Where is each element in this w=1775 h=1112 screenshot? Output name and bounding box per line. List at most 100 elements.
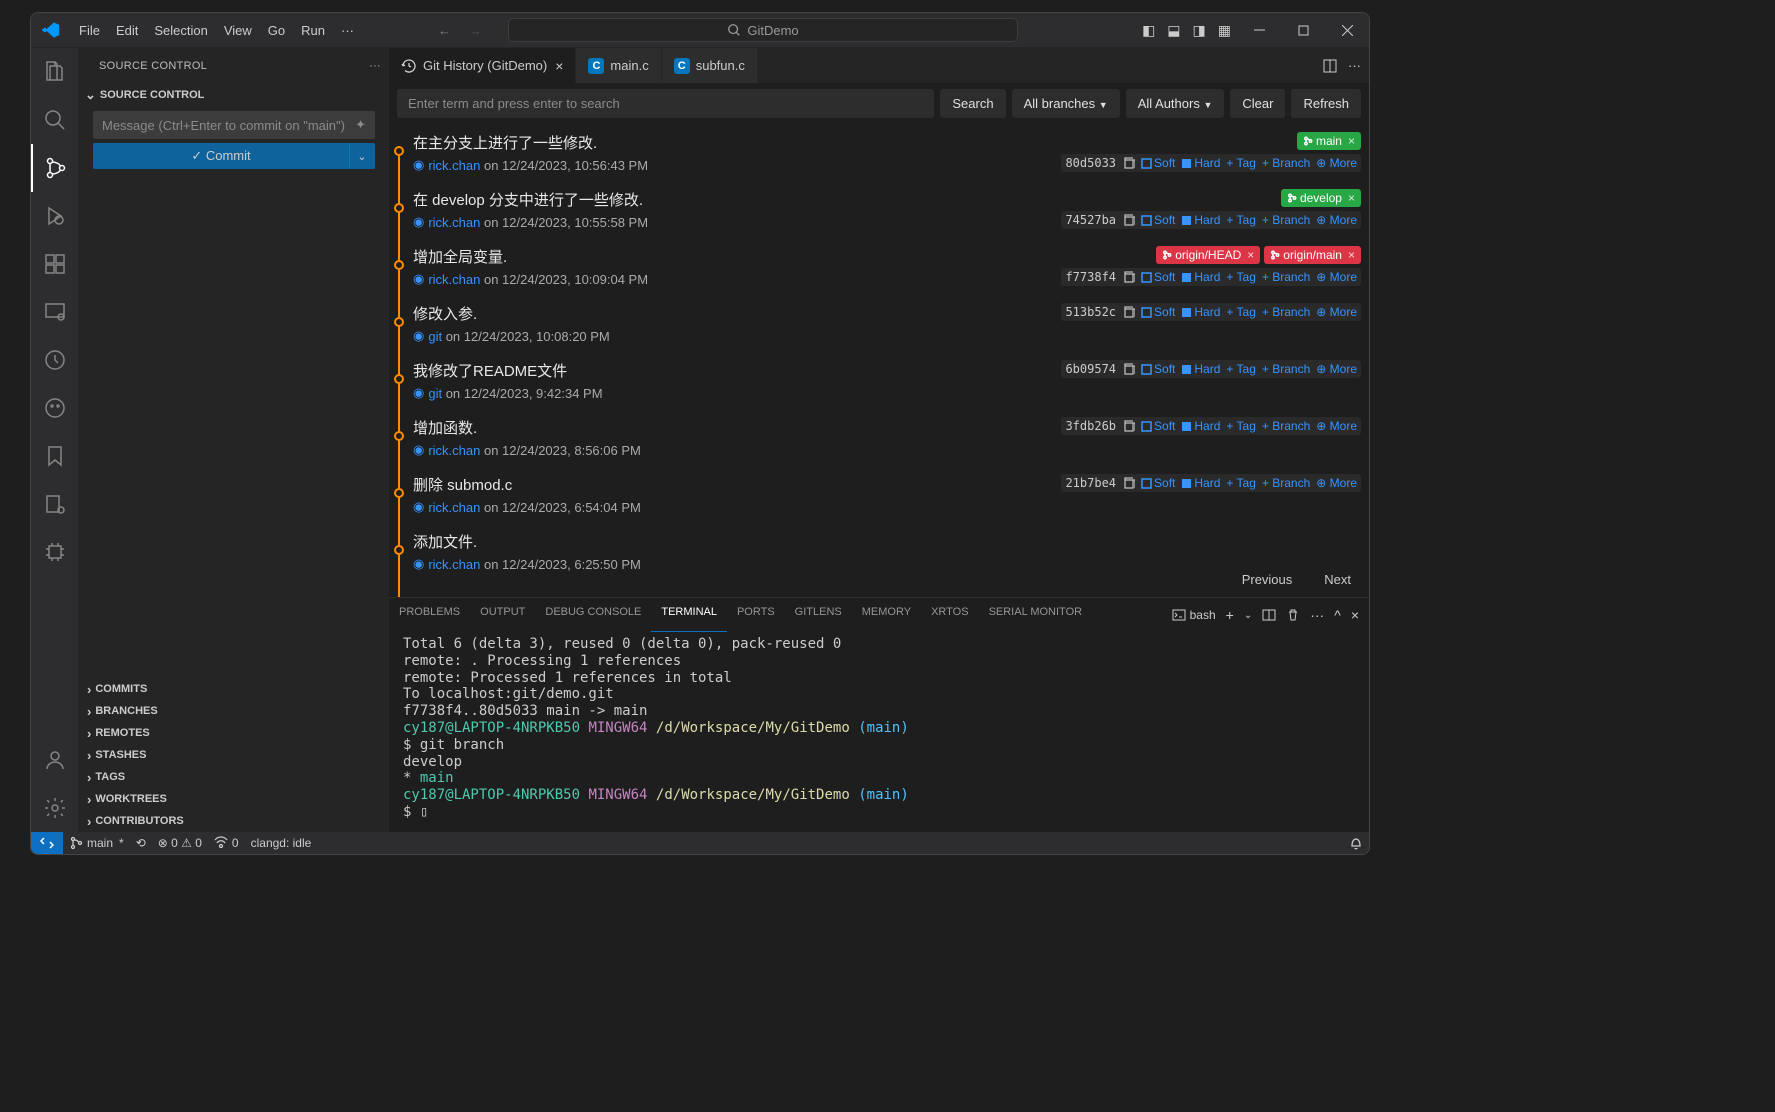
accounts-icon[interactable] bbox=[31, 736, 79, 784]
panel-tab-memory[interactable]: MEMORY bbox=[852, 598, 921, 632]
status-radio[interactable]: 0 bbox=[208, 832, 245, 854]
scm-section-header[interactable]: ⌄ SOURCE CONTROL bbox=[85, 83, 383, 107]
panel-tab-serial-monitor[interactable]: SERIAL MONITOR bbox=[979, 598, 1093, 632]
panel-tab-xrtos[interactable]: XRTOS bbox=[921, 598, 979, 632]
layout-panel-left-icon[interactable]: ◧ bbox=[1136, 22, 1161, 39]
branch-badge[interactable]: main× bbox=[1297, 132, 1361, 150]
branch-button[interactable]: + Branch bbox=[1262, 270, 1310, 284]
status-problems[interactable]: ⊗ 0 ⚠ 0 bbox=[152, 832, 208, 854]
tab[interactable]: Cmain.c bbox=[576, 48, 661, 83]
branch-button[interactable]: + Branch bbox=[1262, 476, 1310, 490]
prev-button[interactable]: Previous bbox=[1236, 566, 1299, 593]
section-tags[interactable]: › TAGS bbox=[79, 766, 389, 788]
menu-run[interactable]: Run bbox=[293, 23, 333, 38]
panel-tab-debug-console[interactable]: DEBUG CONSOLE bbox=[535, 598, 651, 632]
git-search-input[interactable]: Enter term and press enter to search bbox=[397, 89, 934, 118]
section-branches[interactable]: › BRANCHES bbox=[79, 700, 389, 722]
hard-reset-button[interactable]: Hard bbox=[1181, 270, 1220, 284]
source-control-icon[interactable] bbox=[31, 144, 79, 192]
commit-author[interactable]: git bbox=[428, 329, 442, 344]
chip-icon[interactable] bbox=[31, 528, 79, 576]
more-button[interactable]: ⊕ More bbox=[1316, 213, 1357, 227]
copy-icon[interactable] bbox=[1122, 306, 1135, 319]
tag-button[interactable]: + Tag bbox=[1226, 305, 1255, 319]
commit-row[interactable]: 修改入参. ◉ git on 12/24/2023, 10:08:20 PM 5… bbox=[389, 295, 1369, 352]
hard-reset-button[interactable]: Hard bbox=[1181, 156, 1220, 170]
soft-reset-button[interactable]: Soft bbox=[1141, 156, 1175, 170]
new-terminal-icon[interactable]: + bbox=[1226, 607, 1234, 623]
commit-message-input[interactable]: Message (Ctrl+Enter to commit on "main")… bbox=[93, 111, 375, 139]
eye-icon[interactable]: ◉ bbox=[413, 157, 424, 173]
tab[interactable]: Git History (GitDemo)× bbox=[389, 48, 576, 83]
badge-close-icon[interactable]: × bbox=[1348, 191, 1355, 205]
layout-panel-right-icon[interactable]: ◨ bbox=[1187, 22, 1212, 39]
eye-icon[interactable]: ◉ bbox=[413, 214, 424, 230]
badge-close-icon[interactable]: × bbox=[1348, 248, 1355, 262]
more-button[interactable]: ⊕ More bbox=[1316, 362, 1357, 376]
split-terminal-icon[interactable] bbox=[1262, 608, 1276, 622]
sidebar-more-icon[interactable]: ··· bbox=[369, 60, 381, 72]
more-menu[interactable]: ··· bbox=[333, 23, 362, 38]
explorer-icon[interactable] bbox=[31, 48, 79, 96]
branch-button[interactable]: + Branch bbox=[1262, 362, 1310, 376]
tag-button[interactable]: + Tag bbox=[1226, 270, 1255, 284]
commit-author[interactable]: rick.chan bbox=[428, 272, 480, 287]
more-button[interactable]: ⊕ More bbox=[1316, 476, 1357, 490]
badge-close-icon[interactable]: × bbox=[1348, 134, 1355, 148]
branch-button[interactable]: + Branch bbox=[1262, 419, 1310, 433]
run-debug-icon[interactable] bbox=[31, 192, 79, 240]
authors-dropdown[interactable]: All Authors ▼ bbox=[1126, 89, 1225, 118]
terminal-output[interactable]: Total 6 (delta 3), reused 0 (delta 0), p… bbox=[389, 632, 1369, 832]
status-branch[interactable]: main * bbox=[63, 832, 130, 854]
commit-row[interactable]: 在 develop 分支中进行了一些修改. ◉ rick.chan on 12/… bbox=[389, 181, 1369, 238]
commit-author[interactable]: rick.chan bbox=[428, 158, 480, 173]
window-minimize[interactable] bbox=[1237, 13, 1281, 48]
eye-icon[interactable]: ◉ bbox=[413, 556, 424, 572]
menu-selection[interactable]: Selection bbox=[146, 23, 215, 38]
section-commits[interactable]: › COMMITS bbox=[79, 678, 389, 700]
menu-file[interactable]: File bbox=[71, 23, 108, 38]
copy-icon[interactable] bbox=[1122, 271, 1135, 284]
panel-tab-ports[interactable]: PORTS bbox=[727, 598, 785, 632]
menu-edit[interactable]: Edit bbox=[108, 23, 146, 38]
panel-more-icon[interactable]: ··· bbox=[1310, 607, 1324, 623]
branch-badge[interactable]: origin/main× bbox=[1264, 246, 1361, 264]
commit-button[interactable]: ✓ Commit bbox=[93, 143, 349, 169]
copy-icon[interactable] bbox=[1122, 363, 1135, 376]
commit-row[interactable]: 增加函数. ◉ rick.chan on 12/24/2023, 8:56:06… bbox=[389, 409, 1369, 466]
branch-badge[interactable]: origin/HEAD× bbox=[1156, 246, 1260, 264]
menu-view[interactable]: View bbox=[216, 23, 260, 38]
window-maximize[interactable] bbox=[1281, 13, 1325, 48]
commit-author[interactable]: rick.chan bbox=[428, 215, 480, 230]
commit-author[interactable]: rick.chan bbox=[428, 443, 480, 458]
search-icon[interactable] bbox=[31, 96, 79, 144]
branch-button[interactable]: + Branch bbox=[1262, 213, 1310, 227]
branches-dropdown[interactable]: All branches ▼ bbox=[1012, 89, 1120, 118]
sparkle-icon[interactable]: ✦ bbox=[355, 117, 366, 133]
panel-tab-terminal[interactable]: TERMINAL bbox=[651, 598, 727, 632]
branch-button[interactable]: + Branch bbox=[1262, 305, 1310, 319]
commit-row[interactable]: 我修改了README文件 ◉ git on 12/24/2023, 9:42:3… bbox=[389, 352, 1369, 409]
eye-icon[interactable]: ◉ bbox=[413, 271, 424, 287]
commit-row[interactable]: 在主分支上进行了一些修改. ◉ rick.chan on 12/24/2023,… bbox=[389, 124, 1369, 181]
more-button[interactable]: ⊕ More bbox=[1316, 305, 1357, 319]
tag-button[interactable]: + Tag bbox=[1226, 213, 1255, 227]
eye-icon[interactable]: ◉ bbox=[413, 442, 424, 458]
soft-reset-button[interactable]: Soft bbox=[1141, 362, 1175, 376]
section-remotes[interactable]: › REMOTES bbox=[79, 722, 389, 744]
remote-icon[interactable] bbox=[31, 288, 79, 336]
command-center[interactable]: GitDemo bbox=[508, 18, 1018, 42]
eye-icon[interactable]: ◉ bbox=[413, 385, 424, 401]
panel-maximize-icon[interactable]: ^ bbox=[1334, 607, 1341, 623]
settings-gear-icon[interactable] bbox=[31, 784, 79, 832]
panel-tab-gitlens[interactable]: GITLENS bbox=[785, 598, 852, 632]
copy-icon[interactable] bbox=[1122, 157, 1135, 170]
section-worktrees[interactable]: › WORKTREES bbox=[79, 788, 389, 810]
panel-close-icon[interactable]: × bbox=[1351, 607, 1359, 623]
remote-indicator[interactable] bbox=[31, 832, 63, 854]
project-icon[interactable] bbox=[31, 480, 79, 528]
tag-button[interactable]: + Tag bbox=[1226, 156, 1255, 170]
terminal-profile[interactable]: bash bbox=[1172, 608, 1216, 622]
section-stashes[interactable]: › STASHES bbox=[79, 744, 389, 766]
hard-reset-button[interactable]: Hard bbox=[1181, 362, 1220, 376]
